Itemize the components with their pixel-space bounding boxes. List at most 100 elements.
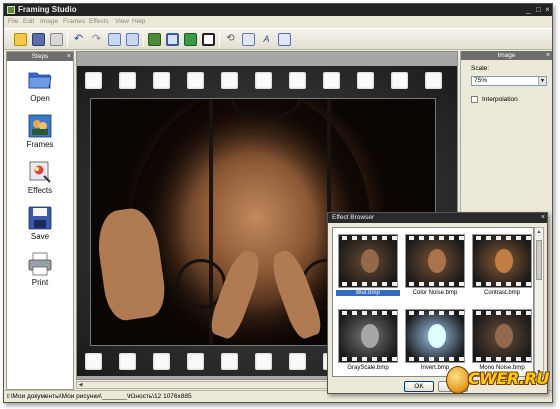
picture-icon[interactable]: [184, 33, 197, 46]
film-sprocket: [372, 236, 377, 240]
film-sprocket: [255, 353, 272, 370]
watermark-logo: CWER.RU: [446, 364, 558, 406]
rotate-icon[interactable]: ⟲: [224, 33, 237, 46]
redo-icon[interactable]: ↷: [90, 33, 103, 46]
film-sprocket: [382, 357, 387, 361]
frames-icon: [28, 114, 52, 138]
step-label-print: Print: [31, 278, 49, 287]
film-sprocket: [119, 353, 136, 370]
film-sprocket: [342, 311, 347, 315]
effect-label: Color Noise.bmp: [412, 290, 458, 296]
film-sprocket: [382, 282, 387, 286]
dialog-title: Effect Browser: [328, 213, 547, 223]
film-sprocket: [476, 357, 481, 361]
film-sprocket: [496, 282, 501, 286]
menu-help[interactable]: Help: [132, 17, 145, 26]
close-icon[interactable]: ×: [541, 213, 545, 223]
film-sprocket: [362, 311, 367, 315]
film-sprocket: [391, 72, 408, 89]
film-sprocket: [392, 311, 397, 315]
close-icon[interactable]: ×: [546, 51, 550, 60]
scroll-thumb[interactable]: [536, 240, 542, 280]
effect-preview-face: [428, 324, 446, 348]
close-icon[interactable]: ×: [67, 52, 71, 61]
film-sprocket: [409, 311, 414, 315]
film-sprocket: [429, 357, 434, 361]
film-sprocket: [429, 282, 434, 286]
film-sprocket: [429, 236, 434, 240]
effect-item[interactable]: Contrast.bmp: [470, 232, 533, 302]
text-icon[interactable]: A: [260, 33, 273, 46]
film-sprocket: [409, 282, 414, 286]
window-title: Framing Studio: [18, 5, 77, 14]
step-effects[interactable]: Effects: [7, 160, 73, 206]
film-sprocket: [382, 311, 387, 315]
border-icon[interactable]: [202, 33, 215, 46]
film-sprocket: [357, 72, 374, 89]
film-sprocket: [425, 72, 442, 89]
film-sprocket: [526, 236, 531, 240]
interpolation-checkbox[interactable]: [471, 96, 478, 103]
film-sprocket: [459, 357, 464, 361]
film-sprocket: [506, 311, 511, 315]
vertical-scrollbar[interactable]: ▲ ▼: [534, 227, 544, 377]
menu-effects[interactable]: Effects: [89, 17, 109, 26]
paste-icon[interactable]: [126, 33, 139, 46]
copy-icon[interactable]: [108, 33, 121, 46]
step-print[interactable]: Print: [7, 252, 73, 298]
film-sprocket: [439, 311, 444, 315]
chevron-down-icon[interactable]: ▼: [538, 77, 546, 85]
effect-preview-face: [495, 249, 513, 273]
save-icon[interactable]: [32, 33, 45, 46]
open-icon[interactable]: [14, 33, 27, 46]
print-icon[interactable]: [50, 33, 63, 46]
effect-preview-face: [361, 324, 379, 348]
edit-icon[interactable]: [242, 33, 255, 46]
properties-icon[interactable]: [278, 33, 291, 46]
close-icon[interactable]: ×: [543, 6, 552, 14]
floppy-disk-icon: [28, 206, 52, 230]
scroll-up-icon[interactable]: ▲: [535, 228, 543, 236]
film-sprocket: [85, 353, 102, 370]
effect-thumbnail: [338, 309, 398, 363]
menu-view[interactable]: View: [115, 17, 129, 26]
film-sprocket: [221, 353, 238, 370]
menu-image[interactable]: Image: [40, 17, 58, 26]
film-sprocket: [323, 72, 340, 89]
frame-icon[interactable]: [166, 33, 179, 46]
film-sprocket: [449, 311, 454, 315]
toolbar: ↶ ↷ ⟲ A: [4, 28, 552, 50]
step-frames[interactable]: Frames: [7, 114, 73, 160]
scale-label: Scale:: [471, 65, 490, 72]
film-sprocket: [362, 282, 367, 286]
effect-item[interactable]: GrayScale.bmp: [336, 307, 400, 376]
step-open[interactable]: Open: [7, 68, 73, 114]
effects-grid: Blur.bmp Color Noise.bmp Contrast.bmp GrayS…: [332, 227, 534, 377]
film-sprocket: [476, 282, 481, 286]
film-sprocket: [362, 357, 367, 361]
menu-bar: File Edit Image Frames Effects View Help: [4, 16, 552, 27]
effect-item[interactable]: Blur.bmp: [336, 232, 400, 302]
crop-icon[interactable]: [148, 33, 161, 46]
film-sprocket: [506, 236, 511, 240]
film-sprocket: [449, 282, 454, 286]
watermark-text: CWER.RU: [468, 369, 549, 388]
film-sprocket: [526, 282, 531, 286]
menu-file[interactable]: File: [8, 17, 18, 26]
scale-select[interactable]: 75% ▼: [471, 76, 547, 86]
minimize-icon[interactable]: _: [524, 6, 533, 14]
effect-item[interactable]: Color Noise.bmp: [403, 232, 467, 302]
printer-icon: [28, 252, 52, 276]
ok-button[interactable]: OK: [404, 381, 434, 392]
maximize-icon[interactable]: □: [534, 6, 543, 14]
step-save[interactable]: Save: [7, 206, 73, 252]
title-bar: Framing Studio _ □ ×: [4, 4, 552, 16]
undo-icon[interactable]: ↶: [72, 33, 85, 46]
app-icon: [7, 6, 15, 14]
scroll-left-icon[interactable]: ◀: [77, 382, 84, 388]
menu-frames[interactable]: Frames: [63, 17, 85, 26]
film-sprocket: [439, 282, 444, 286]
menu-edit[interactable]: Edit: [23, 17, 34, 26]
film-sprocket: [419, 236, 424, 240]
effect-label: GrayScale.bmp: [347, 365, 389, 371]
